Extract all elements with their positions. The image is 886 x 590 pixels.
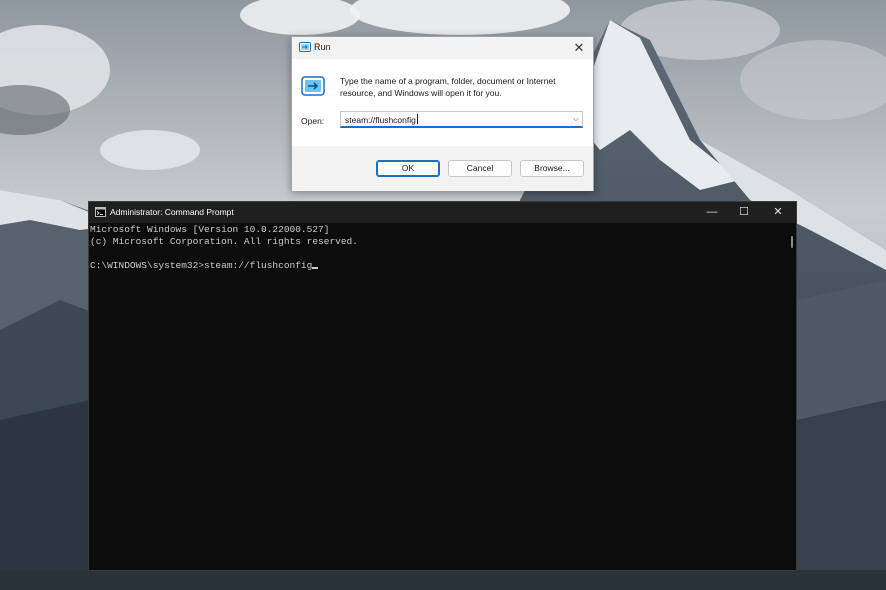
cmd-window-title: Administrator: Command Prompt bbox=[110, 207, 234, 217]
run-dialog: Run ✕ Type the name of a program, folder… bbox=[291, 36, 594, 191]
cmd-icon bbox=[95, 207, 106, 217]
open-input[interactable]: steam://flushconfig ⌵ bbox=[340, 111, 583, 128]
minimize-icon[interactable]: — bbox=[697, 204, 727, 221]
scrollbar-thumb[interactable] bbox=[791, 236, 793, 248]
browse-button[interactable]: Browse... bbox=[520, 160, 584, 177]
console-line: (c) Microsoft Corporation. All rights re… bbox=[90, 236, 358, 247]
cmd-console-output[interactable]: Microsoft Windows [Version 10.0.22000.52… bbox=[90, 224, 782, 272]
close-icon[interactable]: ✕ bbox=[571, 40, 587, 56]
open-label: Open: bbox=[301, 116, 325, 126]
command-prompt-window: Administrator: Command Prompt — ☐ ✕ Micr… bbox=[88, 201, 797, 571]
text-caret bbox=[416, 114, 418, 124]
run-icon bbox=[299, 42, 311, 52]
console-cursor bbox=[312, 267, 319, 269]
console-line: Microsoft Windows [Version 10.0.22000.52… bbox=[90, 224, 330, 235]
maximize-icon[interactable]: ☐ bbox=[729, 204, 759, 221]
run-dialog-title: Run bbox=[314, 42, 331, 52]
run-titlebar[interactable]: Run ✕ bbox=[292, 37, 593, 59]
chevron-down-icon[interactable]: ⌵ bbox=[573, 114, 579, 124]
ok-button[interactable]: OK bbox=[376, 160, 440, 177]
console-prompt-line: C:\WINDOWS\system32>steam://flushconfig bbox=[90, 260, 782, 272]
cancel-button[interactable]: Cancel bbox=[448, 160, 512, 177]
open-input-value: steam://flushconfig bbox=[345, 114, 418, 125]
cmd-titlebar[interactable]: Administrator: Command Prompt — ☐ ✕ bbox=[89, 202, 796, 223]
close-icon[interactable]: ✕ bbox=[763, 204, 793, 221]
run-icon bbox=[301, 76, 325, 96]
run-description: Type the name of a program, folder, docu… bbox=[340, 76, 556, 98]
run-dialog-body: Type the name of a program, folder, docu… bbox=[292, 59, 593, 146]
run-dialog-footer: OK Cancel Browse... bbox=[292, 146, 593, 191]
console-command: C:\WINDOWS\system32>steam://flushconfig bbox=[90, 260, 313, 271]
